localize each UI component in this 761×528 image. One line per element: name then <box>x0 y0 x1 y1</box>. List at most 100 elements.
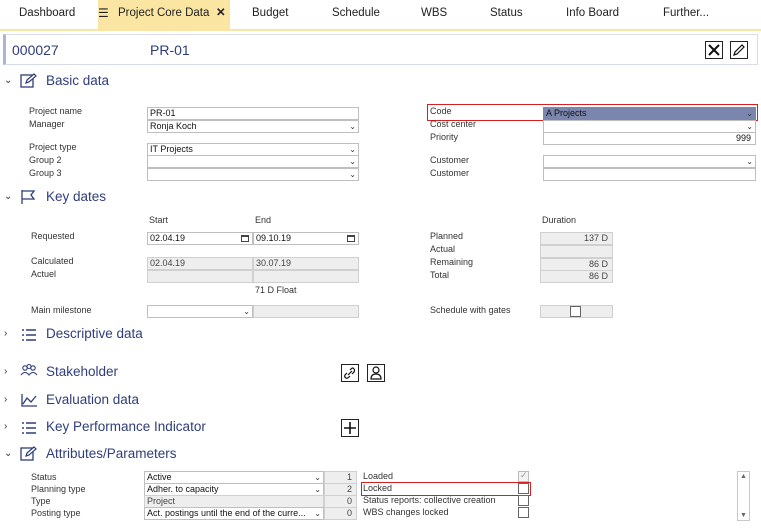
group3-select[interactable]: ⌄ <box>147 168 359 181</box>
tab-dashboard[interactable]: Dashboard <box>19 0 75 30</box>
manager-select[interactable]: Ronja Koch ⌄ <box>147 120 359 133</box>
chevron-down-icon: ⌄ <box>314 473 321 482</box>
chevron-down-icon[interactable]: ⌄ <box>4 448 12 459</box>
posting-type-select[interactable]: Act. postings until the end of the curre… <box>144 507 324 520</box>
section-basic-data[interactable]: Basic data <box>46 73 109 88</box>
posting-type-num: 0 <box>324 507 357 520</box>
project-code: PR-01 <box>150 42 190 58</box>
chevron-down-icon: ⌄ <box>746 122 753 131</box>
record-header: 000027 PR-01 <box>3 34 758 65</box>
tab-label: Schedule <box>332 7 380 19</box>
chevron-right-icon[interactable]: › <box>4 366 7 377</box>
close-record-button[interactable] <box>705 41 723 59</box>
tab-further[interactable]: Further... <box>663 0 709 30</box>
cost-center-label: Cost center <box>430 119 477 129</box>
section-evaluation-data[interactable]: Evaluation data <box>46 392 139 407</box>
link-button[interactable] <box>341 364 359 382</box>
edit-form-icon <box>20 73 37 88</box>
priority-value: 999 <box>735 133 751 143</box>
chevron-right-icon[interactable]: › <box>4 328 7 339</box>
calculated-label: Calculated <box>31 256 74 266</box>
posting-type-num-value: 0 <box>346 508 352 518</box>
project-type-label: Project type <box>29 142 77 152</box>
planning-type-label: Planning type <box>31 484 86 494</box>
duration-header: Duration <box>542 215 577 225</box>
actual-duration-label: Actual <box>430 244 456 254</box>
section-attributes[interactable]: Attributes/Parameters <box>46 446 177 461</box>
tab-budget[interactable]: Budget <box>252 0 288 30</box>
edit-button[interactable] <box>730 41 748 59</box>
requested-start-field[interactable]: 02.04.19 <box>147 232 253 245</box>
chevron-right-icon[interactable]: › <box>4 421 7 432</box>
person-button[interactable] <box>367 364 385 382</box>
chevron-right-icon[interactable]: › <box>4 394 7 405</box>
status-reports-checkbox[interactable] <box>518 495 529 506</box>
project-name-label: Project name <box>29 106 83 116</box>
section-descriptive-data[interactable]: Descriptive data <box>46 326 143 341</box>
wbs-changes-locked-label: WBS changes locked <box>363 507 449 517</box>
loaded-label: Loaded <box>363 471 394 481</box>
tab-project-core-data[interactable]: ☰ Project Core Data ✕ <box>98 0 230 30</box>
calendar-icon[interactable] <box>241 235 249 242</box>
total-value: 86 D <box>588 271 608 281</box>
x-icon <box>708 44 720 56</box>
actual-duration <box>540 245 613 258</box>
requested-end-field[interactable]: 09.10.19 <box>253 232 359 245</box>
planned-label: Planned <box>430 231 464 241</box>
section-key-dates[interactable]: Key dates <box>46 189 106 204</box>
chevron-down-icon: ⌄ <box>349 145 356 154</box>
project-id: 000027 <box>12 42 59 58</box>
main-milestone-date <box>253 305 359 318</box>
attributes-scrollbar[interactable]: ▲ ▼ <box>737 471 750 521</box>
section-kpi[interactable]: Key Performance Indicator <box>46 419 206 434</box>
chevron-down-icon: ⌄ <box>746 157 753 166</box>
schedule-gates-checkbox[interactable] <box>570 306 581 317</box>
type-num-value: 0 <box>346 496 352 506</box>
actual-label: Actuel <box>31 269 57 279</box>
customer-field[interactable] <box>543 168 756 181</box>
add-kpi-button[interactable] <box>341 419 359 437</box>
group2-select[interactable]: ⌄ <box>147 155 359 168</box>
plus-icon <box>344 422 356 434</box>
section-stakeholder[interactable]: Stakeholder <box>46 364 118 379</box>
status-label: Status <box>31 472 57 482</box>
total-duration: 86 D <box>540 270 613 283</box>
chevron-down-icon: ⌄ <box>314 509 321 518</box>
project-type-value: IT Projects <box>150 144 193 154</box>
code-highlight <box>427 104 758 121</box>
customer-label: Customer <box>430 168 470 178</box>
calculated-end-value: 30.07.19 <box>256 258 292 268</box>
status-reports-label: Status reports: collective creation <box>363 495 496 505</box>
type-value: Project <box>147 496 176 506</box>
tab-info-board[interactable]: Info Board <box>566 0 619 30</box>
list-icon <box>22 422 36 434</box>
main-milestone-select[interactable]: ⌄ <box>147 305 253 318</box>
close-icon[interactable]: ✕ <box>216 0 226 27</box>
chevron-down-icon[interactable]: ⌄ <box>4 75 12 86</box>
end-header: End <box>255 215 272 225</box>
tab-status[interactable]: Status <box>490 0 523 30</box>
requested-label: Requested <box>31 231 75 241</box>
wbs-changes-locked-checkbox[interactable] <box>518 507 529 518</box>
calendar-icon[interactable] <box>347 235 355 242</box>
planning-type-num-value: 2 <box>346 484 352 494</box>
actual-end-field <box>253 270 359 283</box>
chevron-up-icon[interactable]: ▲ <box>740 473 747 480</box>
loaded-checkbox: ✓ <box>518 470 529 482</box>
posting-type-label: Posting type <box>31 508 81 518</box>
chevron-down-icon[interactable]: ⌄ <box>4 191 12 202</box>
tab-label: Budget <box>252 7 289 19</box>
tab-wbs[interactable]: WBS <box>421 0 447 30</box>
area-chart-icon <box>21 394 37 407</box>
calculated-start-field: 02.04.19 <box>147 257 253 270</box>
schedule-gates-label: Schedule with gates <box>430 305 511 315</box>
requested-start-value: 02.04.19 <box>150 233 186 243</box>
requested-end-value: 09.10.19 <box>256 233 292 243</box>
chevron-down-icon[interactable]: ▼ <box>740 512 747 519</box>
customer-select[interactable]: ⌄ <box>543 155 756 168</box>
remaining-label: Remaining <box>430 257 474 267</box>
priority-field[interactable]: 999 <box>543 132 756 145</box>
project-name-field[interactable]: PR-01 <box>147 107 359 120</box>
tab-schedule[interactable]: Schedule <box>332 0 380 30</box>
planned-duration: 137 D <box>540 232 613 245</box>
